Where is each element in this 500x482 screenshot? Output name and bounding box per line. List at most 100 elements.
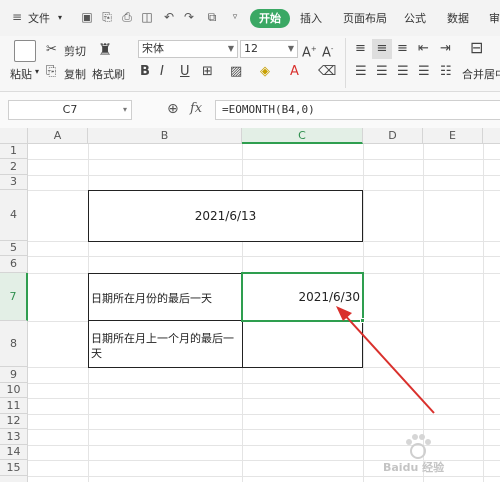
row-header-5[interactable]: 5 xyxy=(0,241,28,256)
row-header-13[interactable]: 13 xyxy=(0,429,28,445)
fill-style-icon[interactable]: ▨ xyxy=(230,64,242,80)
align-top-icon[interactable]: ≡ xyxy=(355,41,366,57)
tab-review[interactable]: 审 xyxy=(489,10,500,26)
gridline xyxy=(28,256,500,257)
format-painter-button[interactable]: 格式刷 xyxy=(92,66,125,82)
column-header-c[interactable]: C xyxy=(242,128,363,144)
font-name-value: 宋体 xyxy=(142,42,164,55)
baidu-watermark: Baidu 经验 xyxy=(383,433,500,477)
row-header-16[interactable] xyxy=(0,476,28,482)
gridline xyxy=(483,144,484,482)
align-right-icon[interactable]: ☰ xyxy=(397,64,409,80)
column-header-a[interactable]: A xyxy=(28,128,88,144)
fill-color-icon[interactable]: ◈ xyxy=(260,64,270,80)
row-header-11[interactable]: 11 xyxy=(0,398,28,414)
font-size-value: 12 xyxy=(244,42,258,55)
row-header-8[interactable]: 8 xyxy=(0,321,28,367)
ribbon-divider xyxy=(345,38,346,88)
undo-icon[interactable]: ↶ xyxy=(162,10,176,24)
row-header-14[interactable]: 14 xyxy=(0,445,28,460)
row-header-10[interactable]: 10 xyxy=(0,383,28,398)
paste-chevron-icon[interactable]: ▾ xyxy=(35,67,39,76)
merge-center-button[interactable]: 合并居中 xyxy=(462,66,500,82)
copy-button[interactable]: 复制 xyxy=(64,66,86,82)
zoom-icon[interactable]: ⊕ xyxy=(167,101,179,117)
row-header-12[interactable]: 12 xyxy=(0,414,28,429)
border-icon[interactable]: ⊞ xyxy=(202,64,213,80)
file-menu-chevron-icon[interactable]: ▾ xyxy=(58,13,62,22)
redo-icon[interactable]: ↷ xyxy=(182,10,196,24)
column-header-f[interactable] xyxy=(483,128,500,144)
column-header-e[interactable]: E xyxy=(423,128,483,144)
indent-increase-icon[interactable]: ⇥ xyxy=(440,41,451,57)
tab-formulas[interactable]: 公式 xyxy=(404,10,426,26)
gridline xyxy=(28,429,500,430)
tab-data[interactable]: 数据 xyxy=(447,10,469,26)
cell-b7[interactable]: 日期所在月份的最后一天 xyxy=(88,273,243,321)
chevron-down-icon: ▼ xyxy=(227,44,234,53)
row-header-6[interactable]: 6 xyxy=(0,256,28,273)
clear-format-icon[interactable]: ⌫ xyxy=(318,64,336,80)
customize-chevron-icon[interactable]: ▿ xyxy=(228,10,242,24)
print-icon[interactable]: ⎙ xyxy=(120,10,134,24)
export-pdf-icon[interactable]: ⎘ xyxy=(100,10,114,24)
italic-icon[interactable]: I xyxy=(160,64,164,80)
paste-button[interactable]: 粘贴 xyxy=(10,66,32,82)
paste-icon[interactable] xyxy=(14,40,36,62)
row-header-15[interactable]: 15 xyxy=(0,460,28,476)
merge-center-icon[interactable]: ⊟ xyxy=(470,40,483,56)
row-header-2[interactable]: 2 xyxy=(0,159,28,175)
align-center-icon[interactable]: ☰ xyxy=(376,64,388,80)
distribute-icon[interactable]: ☷ xyxy=(440,64,452,80)
font-name-dropdown[interactable]: 宋体 ▼ xyxy=(138,40,238,58)
row-header-7[interactable]: 7 xyxy=(0,273,28,321)
copy-icon[interactable]: ⎘ xyxy=(46,64,56,80)
merged-cell-b4[interactable]: 2021/6/13 xyxy=(88,190,363,242)
function-icon[interactable]: fx xyxy=(190,101,202,116)
name-box-value: C7 xyxy=(62,103,78,116)
watermark-text: Baidu 经验 xyxy=(383,461,445,474)
cut-button[interactable]: 剪切 xyxy=(64,43,86,59)
save-icon[interactable]: ▣ xyxy=(80,10,94,24)
align-bottom-icon[interactable]: ≡ xyxy=(397,41,408,57)
bold-icon[interactable]: B xyxy=(140,64,150,80)
font-size-dropdown[interactable]: 12 ▼ xyxy=(240,40,298,58)
tab-insert[interactable]: 插入 xyxy=(300,10,322,26)
chevron-down-icon: ▾ xyxy=(122,105,127,114)
menu-icon[interactable]: ≡ xyxy=(10,10,24,24)
gridline xyxy=(28,175,500,176)
formula-input[interactable]: =EOMONTH(B4,0) xyxy=(215,100,500,120)
justify-icon[interactable]: ☰ xyxy=(418,64,430,80)
scissors-icon[interactable]: ✂ xyxy=(46,42,57,58)
row-header-3[interactable]: 3 xyxy=(0,175,28,190)
copy-format-icon[interactable]: ⧉ xyxy=(205,10,219,24)
cell-b8[interactable]: 日期所在月上一个月的最后一天 xyxy=(88,320,243,368)
cell-b7-label: 日期所在月份的最后一天 xyxy=(91,292,212,305)
increase-font-icon[interactable]: A+ xyxy=(302,41,317,61)
cell-b8-label: 日期所在月上一个月的最后一天 xyxy=(91,332,234,360)
decrease-font-icon[interactable]: A- xyxy=(322,41,333,61)
tab-page-layout[interactable]: 页面布局 xyxy=(343,10,387,26)
indent-decrease-icon[interactable]: ⇤ xyxy=(418,41,429,57)
align-left-icon[interactable]: ☰ xyxy=(355,64,367,80)
cell-b4-date: 2021/6/13 xyxy=(194,209,257,223)
name-box[interactable]: C7 ▾ xyxy=(8,100,132,120)
chevron-down-icon: ▼ xyxy=(287,44,294,53)
menu-bar: ≡ 文件 ▾ ▣ ⎘ ⎙ ◫ ↶ ↷ ⧉ ▿ 开始 插入 页面布局 公式 数据 … xyxy=(0,0,500,36)
print-preview-icon[interactable]: ◫ xyxy=(140,10,154,24)
column-header-d[interactable]: D xyxy=(363,128,423,144)
column-header-b[interactable]: B xyxy=(88,128,242,144)
select-all-corner[interactable] xyxy=(0,128,28,144)
tab-home[interactable]: 开始 xyxy=(250,9,290,28)
font-color-icon[interactable]: A xyxy=(290,64,299,80)
row-header-4[interactable]: 4 xyxy=(0,190,28,241)
format-painter-icon[interactable]: ♜ xyxy=(98,42,112,58)
ribbon: 粘贴 ▾ ✂ 剪切 ⎘ 复制 ♜ 格式刷 宋体 ▼ 12 ▼ A+ A- B I… xyxy=(0,36,500,92)
gridline xyxy=(28,159,500,160)
underline-icon[interactable]: U xyxy=(180,64,190,80)
row-header-1[interactable]: 1 xyxy=(0,144,28,159)
file-menu[interactable]: 文件 xyxy=(28,10,50,26)
annotation-arrow-icon xyxy=(336,306,435,414)
row-header-9[interactable]: 9 xyxy=(0,367,28,383)
align-middle-icon[interactable]: ≡ xyxy=(372,39,392,59)
